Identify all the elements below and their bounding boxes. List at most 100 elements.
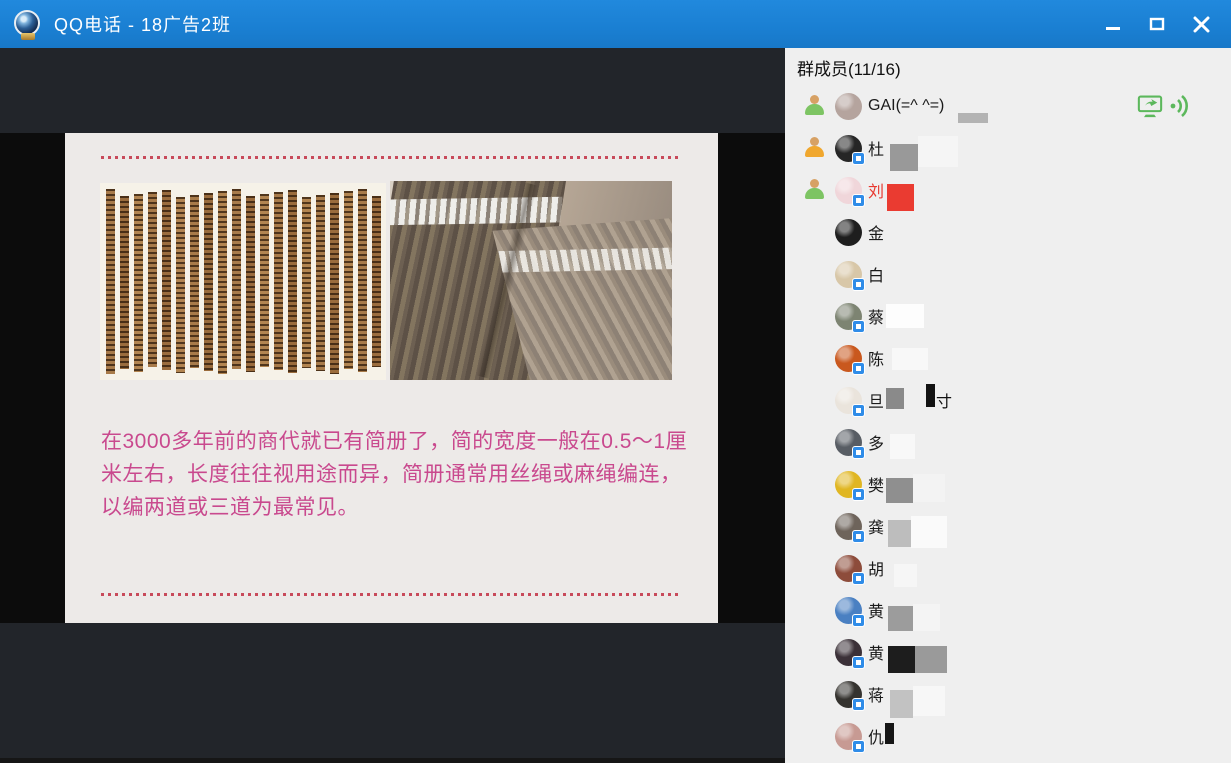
member-avatar bbox=[835, 177, 862, 204]
maximize-button[interactable] bbox=[1135, 4, 1179, 44]
member-status-spacer bbox=[805, 431, 835, 453]
redacted-name-block bbox=[913, 686, 945, 716]
member-row[interactable]: GAI(=^ ^=) bbox=[785, 85, 1231, 127]
member-row[interactable]: 黄 bbox=[785, 589, 1231, 631]
member-row[interactable]: 蔡 bbox=[785, 295, 1231, 337]
member-status-spacer bbox=[805, 305, 835, 327]
member-status-spacer bbox=[805, 389, 835, 411]
member-status-spacer bbox=[805, 641, 835, 663]
member-name: 旦 bbox=[868, 388, 884, 412]
redacted-name-block bbox=[894, 564, 917, 587]
close-button[interactable] bbox=[1179, 4, 1223, 44]
member-name: 仇 bbox=[868, 724, 884, 748]
mobile-online-badge bbox=[852, 362, 865, 375]
slide-dotted-rule-top bbox=[101, 156, 681, 159]
window-title: QQ电话 - 18广告2班 bbox=[54, 11, 231, 37]
video-area: 在3000多年前的商代就已有简册了，简的宽度一般在0.5～1厘米左右，长度往往视… bbox=[0, 48, 785, 710]
redacted-name-block bbox=[926, 384, 935, 407]
member-avatar bbox=[835, 429, 862, 456]
member-sidebar: 群成员(11/16) GAI(=^ ^=)杜刘金白蔡陈旦寸多樊龚胡黄黄蒋仇 bbox=[785, 48, 1231, 763]
screen-share-button[interactable] bbox=[190, 758, 226, 763]
member-status-icon bbox=[805, 95, 835, 117]
member-avatar bbox=[835, 597, 862, 624]
qq-call-window: QQ电话 - 18广告2班 在3000多年前的商代就已有简册了，简的宽度一般在0… bbox=[0, 0, 1231, 763]
member-status-icon bbox=[805, 137, 835, 159]
mobile-online-badge bbox=[852, 320, 865, 333]
redacted-name-block bbox=[915, 646, 947, 673]
member-row[interactable]: 龚 bbox=[785, 505, 1231, 547]
redacted-name-block bbox=[885, 723, 894, 744]
member-row[interactable]: 杜 bbox=[785, 127, 1231, 169]
member-list: GAI(=^ ^=)杜刘金白蔡陈旦寸多樊龚胡黄黄蒋仇 bbox=[785, 85, 1231, 757]
redacted-name-block bbox=[888, 646, 915, 673]
member-row[interactable]: 胡 bbox=[785, 547, 1231, 589]
member-name: 杜 bbox=[868, 136, 884, 160]
member-avatar bbox=[835, 471, 862, 498]
mobile-online-badge bbox=[852, 152, 865, 165]
member-row[interactable]: 陈 bbox=[785, 337, 1231, 379]
member-row[interactable]: 蒋 bbox=[785, 673, 1231, 715]
mobile-online-badge bbox=[852, 446, 865, 459]
slide-dotted-rule-bottom bbox=[101, 593, 681, 596]
redacted-name-block bbox=[917, 562, 943, 587]
redacted-name-block bbox=[892, 348, 928, 370]
member-row[interactable]: 白 bbox=[785, 253, 1231, 295]
member-avatar bbox=[835, 261, 862, 288]
member-row[interactable]: 樊 bbox=[785, 463, 1231, 505]
bamboo-book-photo bbox=[390, 181, 672, 380]
redacted-name-block bbox=[890, 690, 913, 718]
fullscreen-button[interactable]: 全屏 bbox=[305, 758, 395, 763]
redacted-name-block bbox=[886, 388, 904, 409]
shared-screen-frame: 在3000多年前的商代就已有简册了，简的宽度一般在0.5～1厘米左右，长度往往视… bbox=[0, 133, 785, 623]
member-status-spacer bbox=[805, 515, 835, 537]
slide-paragraph: 在3000多年前的商代就已有简册了，简的宽度一般在0.5～1厘米左右，长度往往视… bbox=[101, 425, 693, 524]
redacted-name-block bbox=[911, 516, 947, 548]
mobile-online-badge bbox=[852, 656, 865, 669]
member-name: 黄 bbox=[868, 640, 884, 664]
member-name-fragment: 寸 bbox=[936, 388, 952, 412]
member-row[interactable]: 金 bbox=[785, 211, 1231, 253]
redacted-name-block bbox=[958, 113, 988, 123]
member-avatar bbox=[835, 723, 862, 750]
redacted-name-block bbox=[890, 144, 918, 171]
pip-button[interactable]: 画中画 bbox=[400, 758, 520, 763]
member-count-header: 群成员(11/16) bbox=[797, 55, 901, 80]
member-name: 多 bbox=[868, 430, 884, 454]
member-speaking-icon bbox=[1169, 94, 1191, 118]
member-avatar bbox=[835, 639, 862, 666]
member-status-spacer bbox=[805, 263, 835, 285]
redacted-name-block bbox=[913, 474, 945, 502]
member-avatar bbox=[835, 513, 862, 540]
mobile-online-badge bbox=[852, 614, 865, 627]
member-row[interactable]: 刘 bbox=[785, 169, 1231, 211]
titlebar: QQ电话 - 18广告2班 bbox=[0, 0, 1231, 48]
member-avatar bbox=[835, 681, 862, 708]
member-name: 樊 bbox=[868, 472, 884, 496]
member-status-spacer bbox=[805, 557, 835, 579]
member-status-spacer bbox=[805, 347, 835, 369]
mobile-online-badge bbox=[852, 572, 865, 585]
microphone-muted-button[interactable] bbox=[16, 758, 48, 763]
member-row[interactable]: 旦寸 bbox=[785, 379, 1231, 421]
signal-strength-indicator bbox=[600, 758, 632, 763]
member-status-icon bbox=[805, 179, 835, 201]
member-name: 蔡 bbox=[868, 304, 884, 328]
member-row[interactable]: 黄 bbox=[785, 631, 1231, 673]
mobile-online-badge bbox=[852, 530, 865, 543]
member-avatar bbox=[835, 303, 862, 330]
speaker-button[interactable] bbox=[60, 758, 96, 763]
member-avatar bbox=[835, 387, 862, 414]
member-row[interactable]: 仇 bbox=[785, 715, 1231, 757]
minimize-button[interactable] bbox=[1091, 4, 1135, 44]
webcam-icon bbox=[14, 10, 42, 38]
member-name: 白 bbox=[868, 262, 884, 286]
member-name: 龚 bbox=[868, 514, 884, 538]
presenter-share-button[interactable] bbox=[236, 758, 272, 763]
redacted-name-block bbox=[918, 136, 958, 167]
camera-off-button[interactable] bbox=[130, 758, 166, 763]
member-row[interactable]: 多 bbox=[785, 421, 1231, 463]
mobile-online-badge bbox=[852, 488, 865, 501]
member-name: GAI(=^ ^=) bbox=[868, 97, 944, 115]
mobile-online-badge bbox=[852, 698, 865, 711]
redacted-name-block bbox=[886, 304, 924, 328]
